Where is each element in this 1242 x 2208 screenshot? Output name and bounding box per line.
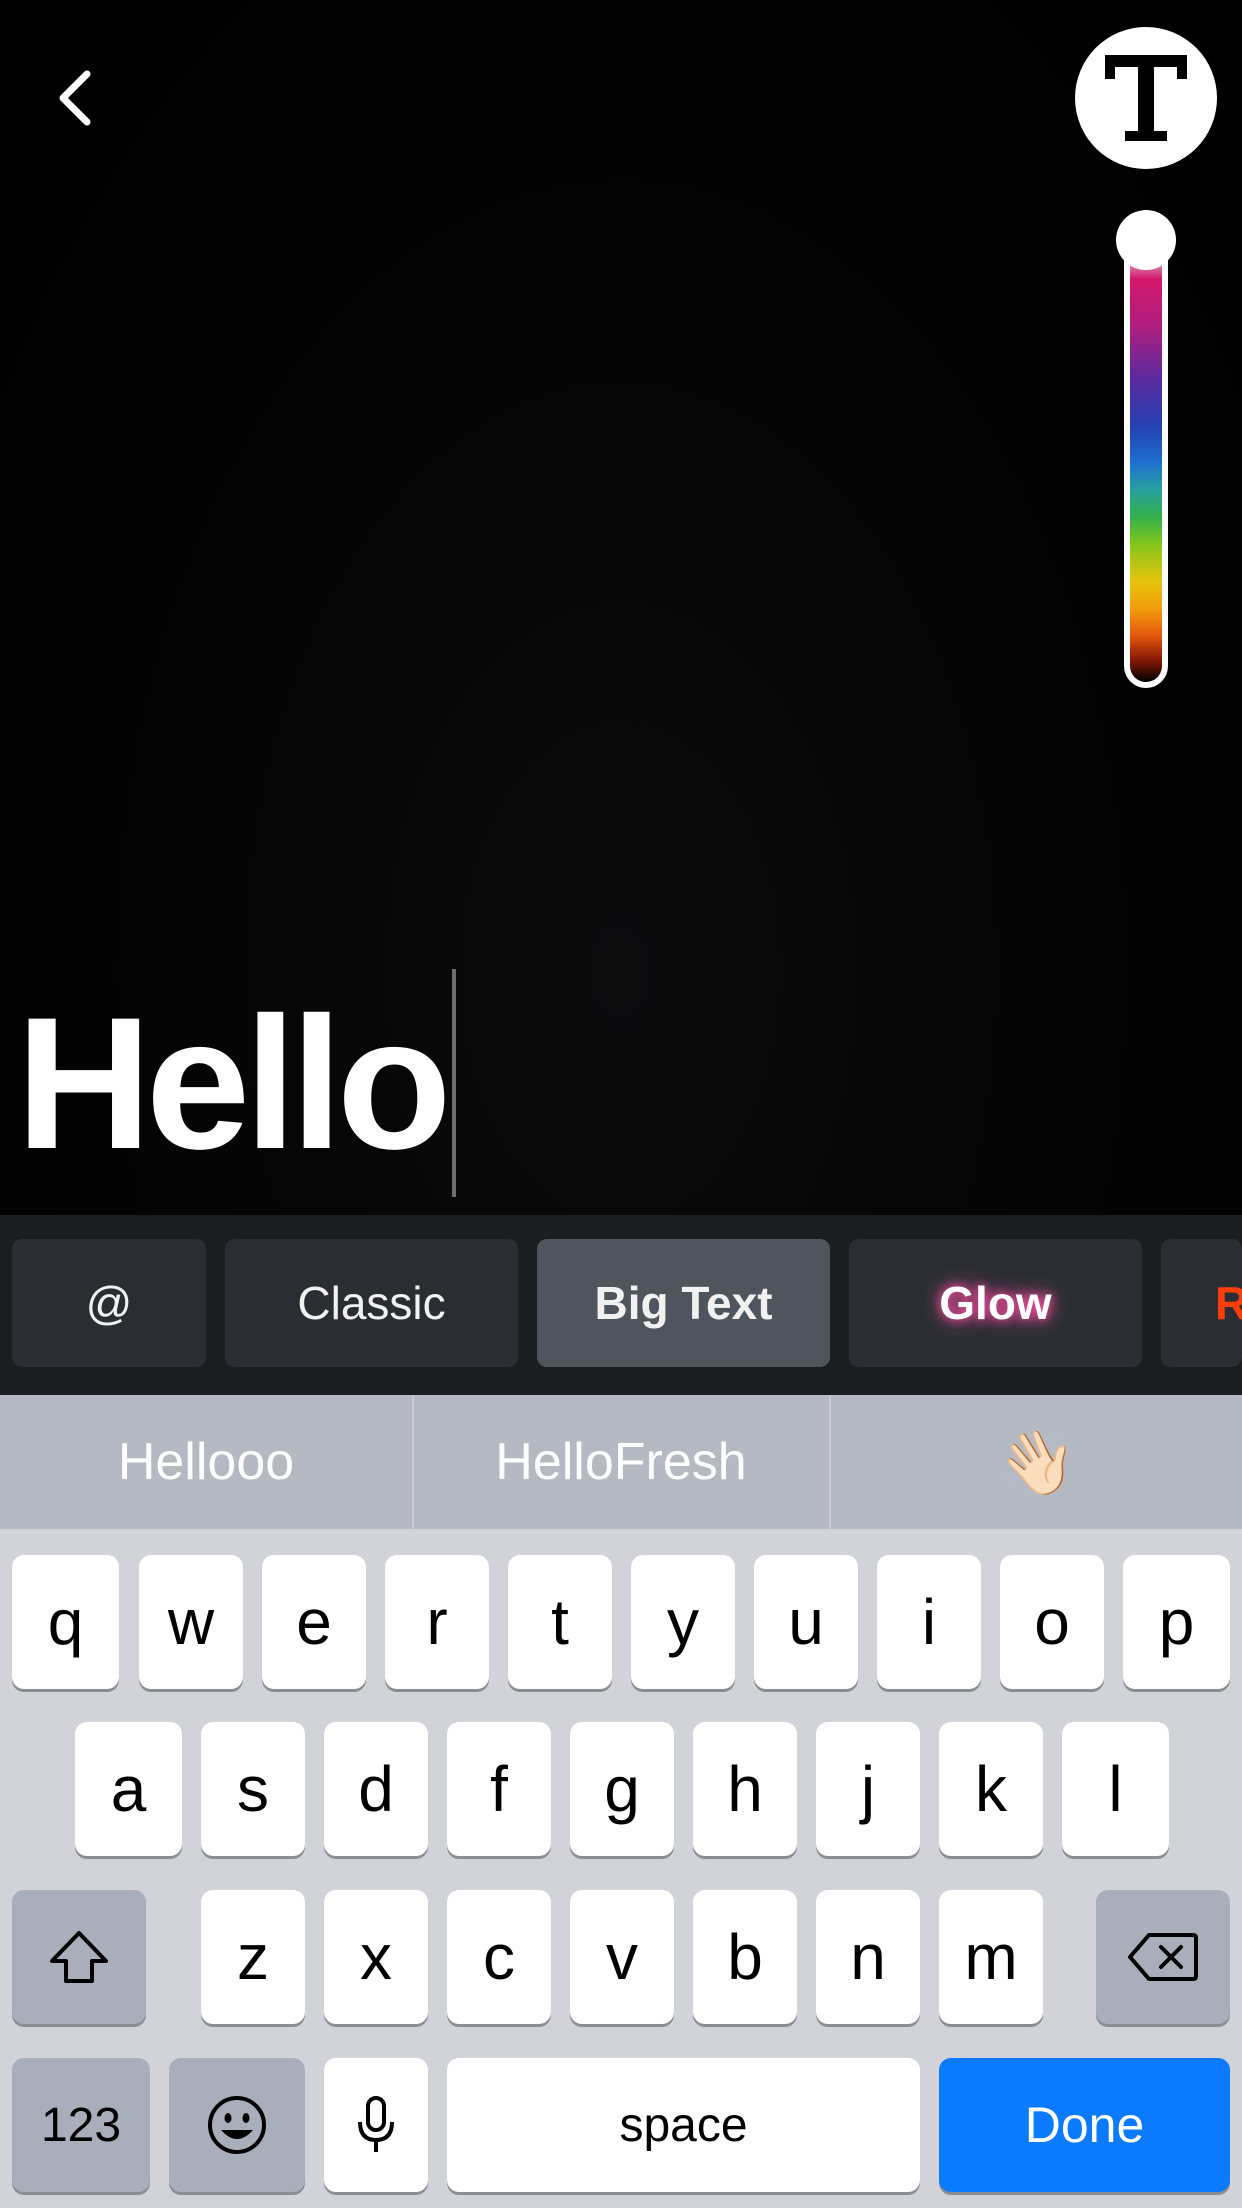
style-chip-mention[interactable]: @ (12, 1239, 206, 1367)
shift-arrow-icon (50, 1931, 108, 1983)
dictation-key[interactable] (324, 2058, 428, 2192)
key-q[interactable]: q (12, 1555, 119, 1689)
key-y[interactable]: y (631, 1555, 735, 1689)
style-chip-big-text[interactable]: Big Text (537, 1239, 830, 1367)
key-m[interactable]: m (939, 1890, 1043, 2024)
entered-text: Hello (16, 978, 452, 1188)
key-z[interactable]: z (201, 1890, 305, 2024)
style-chip-glow-label: Glow (939, 1277, 1052, 1329)
key-e[interactable]: e (262, 1555, 366, 1689)
key-l[interactable]: l (1062, 1722, 1169, 1856)
key-n[interactable]: n (816, 1890, 920, 2024)
shift-key[interactable] (12, 1890, 146, 2024)
key-h[interactable]: h (693, 1722, 797, 1856)
style-chip-glow[interactable]: Glow (849, 1239, 1142, 1367)
story-canvas[interactable]: Hello (0, 0, 1242, 1215)
key-j[interactable]: j (816, 1722, 920, 1856)
back-button[interactable] (40, 58, 110, 138)
key-i[interactable]: i (877, 1555, 981, 1689)
key-b[interactable]: b (693, 1890, 797, 2024)
suggestion-3-emoji[interactable]: 👋🏻 (831, 1395, 1242, 1529)
color-slider-thumb[interactable] (1116, 210, 1176, 270)
text-entry[interactable]: Hello (16, 968, 456, 1198)
key-g[interactable]: g (570, 1722, 674, 1856)
key-a[interactable]: a (75, 1722, 182, 1856)
emoji-smiley-icon (208, 2096, 266, 2154)
text-style-T-icon (1105, 55, 1187, 141)
space-key[interactable]: space (447, 2058, 920, 2192)
key-v[interactable]: v (570, 1890, 674, 2024)
keyboard: Hellooo HelloFresh 👋🏻 q w e r t y u i o … (0, 1395, 1242, 2208)
suggestion-2[interactable]: HelloFresh (414, 1395, 828, 1529)
text-style-button[interactable] (1075, 27, 1217, 169)
text-caret (451, 969, 456, 1197)
key-f[interactable]: f (447, 1722, 551, 1856)
key-s[interactable]: s (201, 1722, 305, 1856)
key-t[interactable]: t (508, 1555, 612, 1689)
backspace-icon (1128, 1933, 1198, 1981)
color-track (1130, 224, 1162, 682)
key-w[interactable]: w (139, 1555, 243, 1689)
color-slider[interactable] (1116, 210, 1176, 688)
microphone-icon (358, 2096, 394, 2152)
key-p[interactable]: p (1123, 1555, 1230, 1689)
key-u[interactable]: u (754, 1555, 858, 1689)
done-key[interactable]: Done (939, 2058, 1230, 2192)
chevron-left-icon (59, 70, 91, 126)
text-style-bar: @ Classic Big Text Glow R (0, 1215, 1242, 1395)
key-x[interactable]: x (324, 1890, 428, 2024)
key-k[interactable]: k (939, 1722, 1043, 1856)
style-chip-classic[interactable]: Classic (225, 1239, 518, 1367)
delete-key[interactable] (1096, 1890, 1230, 2024)
suggestion-1[interactable]: Hellooo (0, 1395, 412, 1529)
numbers-key[interactable]: 123 (12, 2058, 150, 2192)
predictive-bar: Hellooo HelloFresh 👋🏻 (0, 1395, 1242, 1529)
key-r[interactable]: r (385, 1555, 489, 1689)
key-o[interactable]: o (1000, 1555, 1104, 1689)
key-c[interactable]: c (447, 1890, 551, 2024)
style-chip-partial[interactable]: R (1161, 1239, 1242, 1367)
key-d[interactable]: d (324, 1722, 428, 1856)
emoji-key[interactable] (169, 2058, 305, 2192)
